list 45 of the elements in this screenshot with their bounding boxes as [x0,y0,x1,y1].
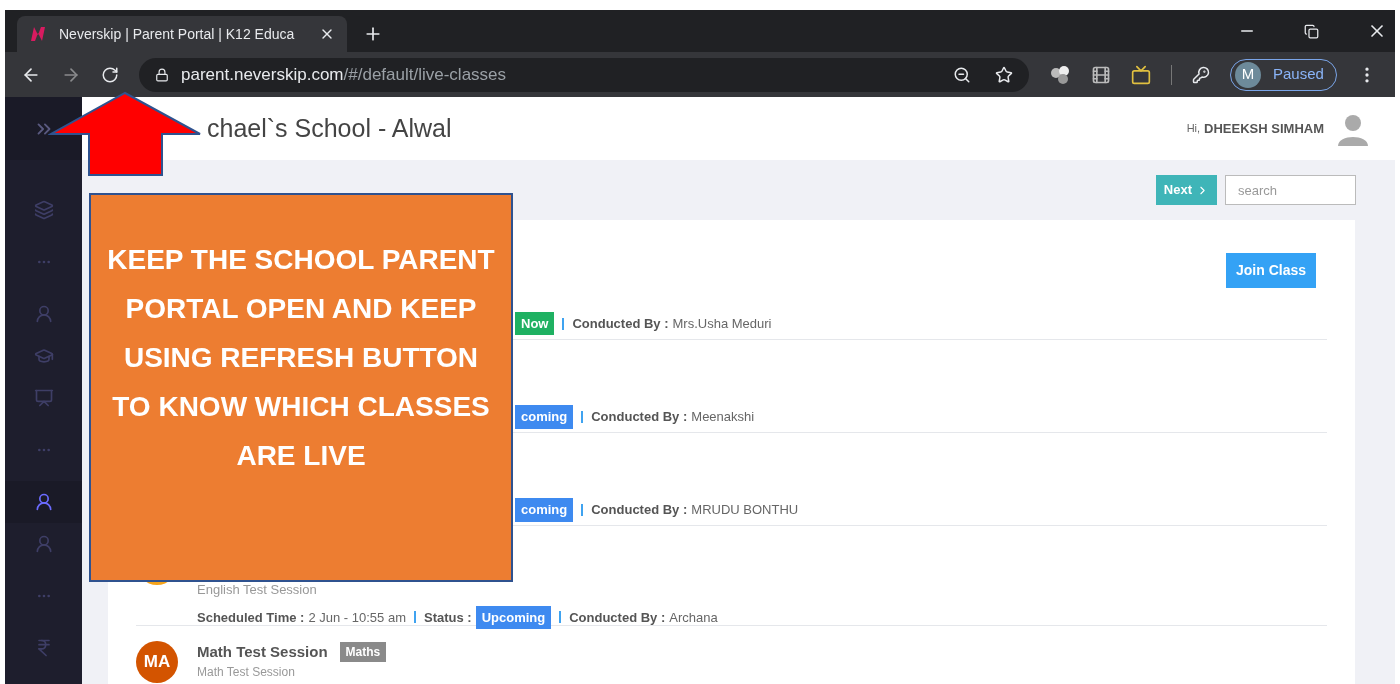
status-badge: Upcoming [475,605,552,629]
bookmark-star-icon[interactable] [995,65,1013,84]
user-name: DHEEKSH SIMHAM [1204,119,1324,138]
time-label: Scheduled Time : [197,608,305,627]
search-field[interactable]: search [1225,175,1356,205]
app-logo-icon [29,25,47,43]
teacher-name: MRUDU BONTHU [691,501,799,520]
status-badge: Now [515,311,555,336]
tv-icon[interactable] [1131,64,1151,85]
scheduled-time: 2 Jun - 10:55 am [308,608,406,627]
teacher-name: Meenakshi [691,408,755,427]
teacher-name: Archana [669,608,718,627]
student-icon [33,304,54,324]
class-subtitle: English Test Session [197,581,318,599]
conducted-by-label: Conducted By : [569,608,666,627]
cap-icon [33,346,54,366]
teacher-name: Mrs.Usha Meduri [672,314,772,333]
spheres-icon[interactable] [1049,64,1071,85]
callout-text: KEEP THE SCHOOL PARENT PORTAL OPEN AND KEEP USING REFRESH BUTTON TO KNOW WHICH CLASSES ARE LIVE [107,243,495,473]
class-subtitle: Math Test Session [197,663,296,680]
conducted-by-label: Conducted By : [591,501,688,520]
student-icon [33,534,54,554]
restore-icon[interactable] [1304,23,1319,39]
conducted-by-label: Conducted By : [572,314,669,333]
key-icon[interactable] [1192,65,1210,84]
tab-title: Neverskip | Parent Portal | K12 Educa [59,24,295,44]
status-badge: coming [515,405,574,429]
teacher-icon [33,388,54,408]
greeting-text: Hi, [1186,121,1201,137]
status-label: Status : [423,608,472,627]
school-title: chael`s School - Alwal [207,112,452,144]
profile-status: Paused [1273,64,1324,85]
browser-tab[interactable]: Neverskip | Parent Portal | K12 Educa [17,16,347,52]
layers-icon [33,200,54,220]
class-title: Math Test Session [197,642,328,662]
film-reel-icon[interactable] [1091,64,1111,85]
refresh-icon[interactable] [101,65,119,84]
subject-tag: Maths [339,642,387,663]
status-badge: coming [515,498,574,522]
lock-icon [155,67,169,82]
conducted-by-label: Conducted By : [591,408,688,427]
address-bar[interactable]: parent.neverskip.com/#/default/live-classes [139,57,1029,92]
profile-avatar: M [1235,61,1261,88]
zoom-out-icon[interactable] [953,65,971,84]
url-text: parent.neverskip.com/#/default/live-classes [181,63,507,86]
